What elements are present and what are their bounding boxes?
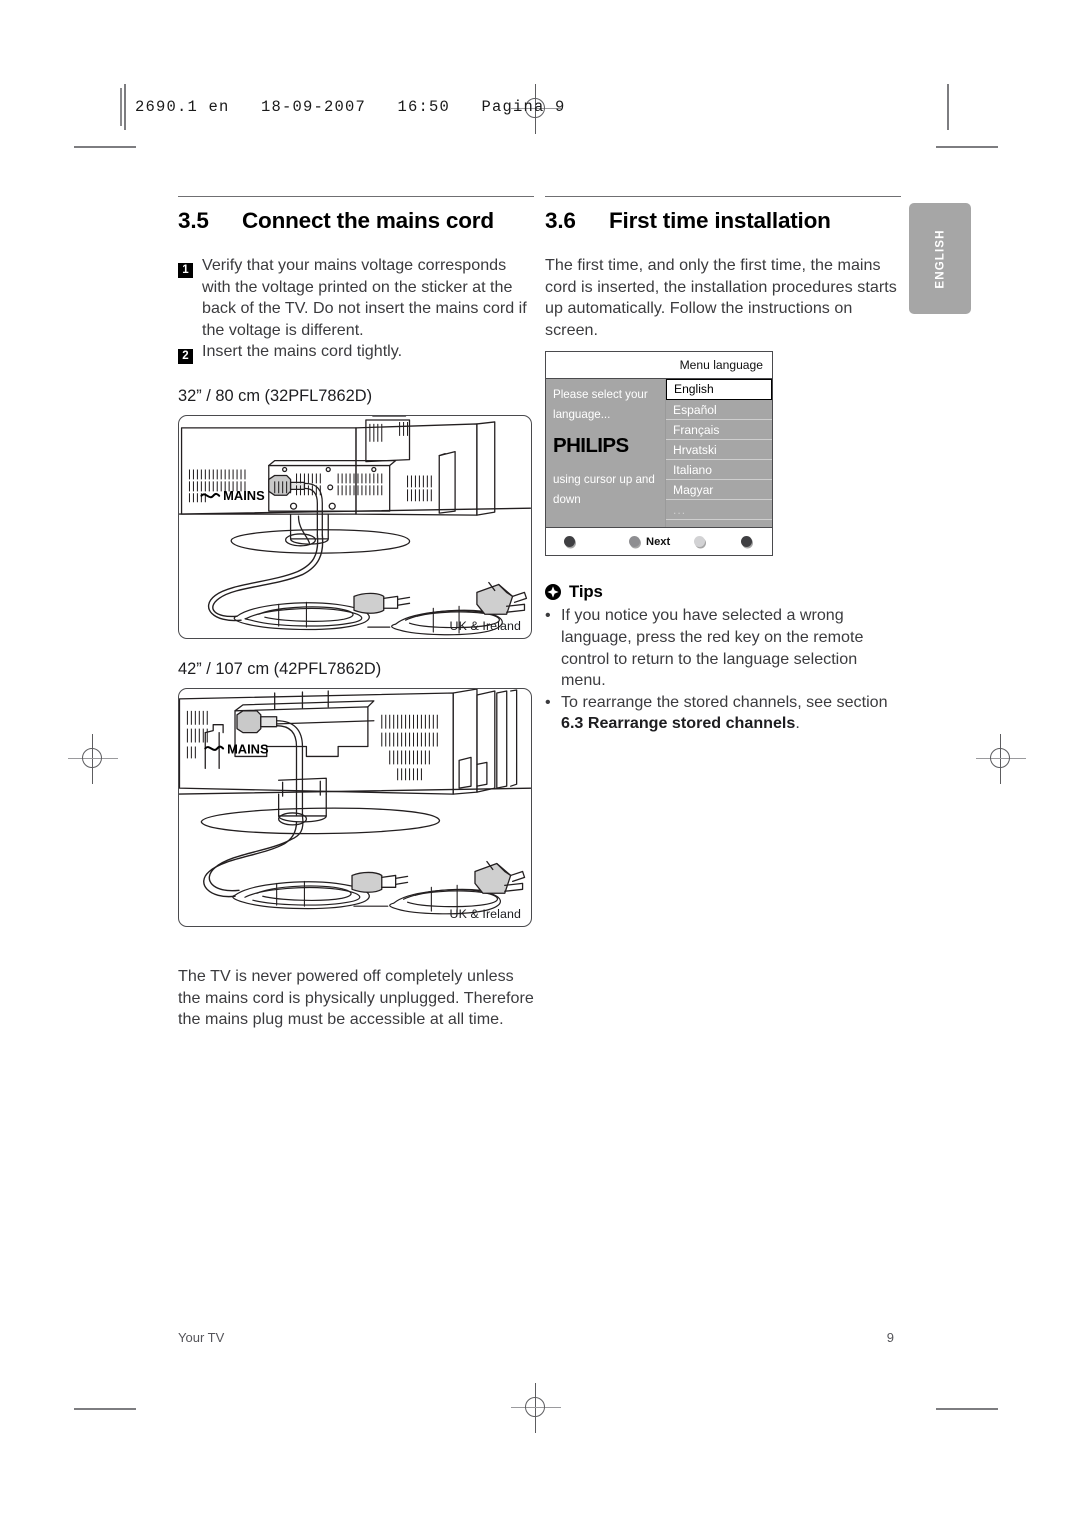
intro-paragraph: The first time, and only the first time,… xyxy=(545,256,897,339)
section-heading-connect-mains-cord: 3.5 Connect the mains cord xyxy=(178,208,534,234)
registration-mark-left xyxy=(68,734,118,784)
steps-list: 1 Verify that your mains voltage corresp… xyxy=(178,255,534,366)
tv-menu-left-panel: Please select your language... PHILIPS u… xyxy=(546,379,666,528)
language-side-tab-label: ENGLISH xyxy=(933,228,947,289)
mains-symbol xyxy=(200,492,221,499)
tip-text: To rearrange the stored channels, see se… xyxy=(561,692,901,735)
language-option-espanol[interactable]: Español xyxy=(666,400,772,421)
tv-menu-hint-line2: down xyxy=(553,492,581,506)
tip-item: • To rearrange the stored channels, see … xyxy=(545,692,901,735)
tips-list: • If you notice you have selected a wron… xyxy=(545,605,901,735)
language-option-magyar[interactable]: Magyar xyxy=(666,480,772,501)
prepress-rule xyxy=(120,88,122,126)
step-item: 2 Insert the mains cord tightly. xyxy=(178,341,534,366)
model-label-42inch: 42” / 107 cm (42PFL7862D) xyxy=(178,659,382,678)
section-heading-first-time-installation: 3.6 First time installation xyxy=(545,208,901,234)
tv-menu-screenshot: Menu language Please select your languag… xyxy=(545,351,773,557)
language-option-francais[interactable]: Français xyxy=(666,420,772,441)
footer-chapter-label: Your TV xyxy=(178,1330,225,1345)
step-text: Insert the mains cord tightly. xyxy=(202,342,403,361)
language-option-italiano[interactable]: Italiano xyxy=(666,460,772,481)
crop-mark-bottom-left-horizontal xyxy=(74,1408,136,1410)
section-title-right: First time installation xyxy=(609,208,831,233)
tip-item: • If you notice you have selected a wron… xyxy=(545,605,901,691)
tip-text-reference: 6.3 Rearrange stored channels xyxy=(561,714,796,733)
language-option-english[interactable]: English xyxy=(666,379,772,401)
tv-menu-hint-line1: using cursor up and xyxy=(553,473,655,487)
step-item: 1 Verify that your mains voltage corresp… xyxy=(178,255,534,341)
illustration-mains-cord-32inch: MAINS UK & Ireland xyxy=(178,414,532,639)
tv-menu-language-list: English Español Français Hrvatski Italia… xyxy=(666,379,772,527)
tips-header: Tips xyxy=(545,582,901,602)
crop-mark-top-left-horizontal xyxy=(74,146,136,148)
closing-paragraph: The TV is never powered off completely u… xyxy=(178,966,534,1029)
section-rule-left xyxy=(178,196,534,197)
prepress-header: 2690.1 en 18-09-2007 16:50 Pagina 9 xyxy=(120,88,566,126)
tip-text: If you notice you have selected a wrong … xyxy=(561,606,864,690)
tv-menu-title: Menu language xyxy=(679,358,763,373)
tip-text-lead: To rearrange the stored channels, see se… xyxy=(561,692,888,711)
step-number-badge: 1 xyxy=(178,255,202,341)
blue-key-dot[interactable] xyxy=(741,536,752,548)
language-side-tab: ENGLISH xyxy=(909,203,971,314)
language-option-hrvatski[interactable]: Hrvatski xyxy=(666,440,772,461)
red-key-dot[interactable] xyxy=(564,536,575,548)
tv-menu-body: Please select your language... PHILIPS u… xyxy=(546,379,772,528)
philips-logo: PHILIPS xyxy=(553,434,629,458)
step-text: Verify that your mains voltage correspon… xyxy=(202,256,527,339)
svg-text:MAINS: MAINS xyxy=(223,488,265,503)
registration-mark-bottom xyxy=(511,1383,561,1433)
left-column: 3.5 Connect the mains cord 1 Verify that… xyxy=(178,196,534,1031)
section-rule-right xyxy=(545,196,901,197)
registration-mark-right xyxy=(976,734,1026,784)
tv-menu-titlebar: Menu language xyxy=(546,352,772,380)
section-number-right: 3.6 xyxy=(545,208,576,233)
section-title-left: Connect the mains cord xyxy=(242,208,494,233)
tv-menu-colour-key-bar: Next xyxy=(546,527,772,556)
bullet-point-icon: • xyxy=(545,692,551,711)
footer-page-number: 9 xyxy=(886,1330,894,1345)
prepress-header-text: 2690.1 en 18-09-2007 16:50 Pagina 9 xyxy=(135,98,566,116)
tip-text-end: . xyxy=(795,714,800,733)
plus-circle-icon xyxy=(545,584,561,601)
figure-caption-uk-ireland: UK & Ireland xyxy=(449,618,521,633)
green-key-dot[interactable] xyxy=(629,536,640,548)
model-label-32inch: 32” / 80 cm (32PFL7862D) xyxy=(178,386,373,405)
page-footer: Your TV 9 xyxy=(178,1330,894,1345)
illustration-mains-cord-42inch: MAINS UK & Ireland xyxy=(178,687,532,927)
manual-page: 2690.1 en 18-09-2007 16:50 Pagina 9 ENGL… xyxy=(0,0,1080,1528)
figure-caption-uk-ireland: UK & Ireland xyxy=(449,906,521,921)
crop-mark-bottom-right-horizontal xyxy=(936,1408,998,1410)
crop-mark-top-right-horizontal xyxy=(936,146,998,148)
right-column: 3.6 First time installation The first ti… xyxy=(545,196,901,735)
green-key-label: Next xyxy=(646,535,671,548)
svg-text:MAINS: MAINS xyxy=(227,741,269,756)
tips-title: Tips xyxy=(569,582,603,602)
yellow-key-dot[interactable] xyxy=(694,536,705,548)
crop-mark-top-right-vertical xyxy=(947,84,949,130)
bullet-point-icon: • xyxy=(545,606,551,625)
tv-menu-prompt-line1: Please select your xyxy=(553,388,648,402)
language-option-more[interactable]: ... xyxy=(666,500,772,521)
step-number-badge: 2 xyxy=(178,341,202,366)
section-number-left: 3.5 xyxy=(178,208,209,233)
tv-menu-prompt-line2: language... xyxy=(553,407,611,421)
